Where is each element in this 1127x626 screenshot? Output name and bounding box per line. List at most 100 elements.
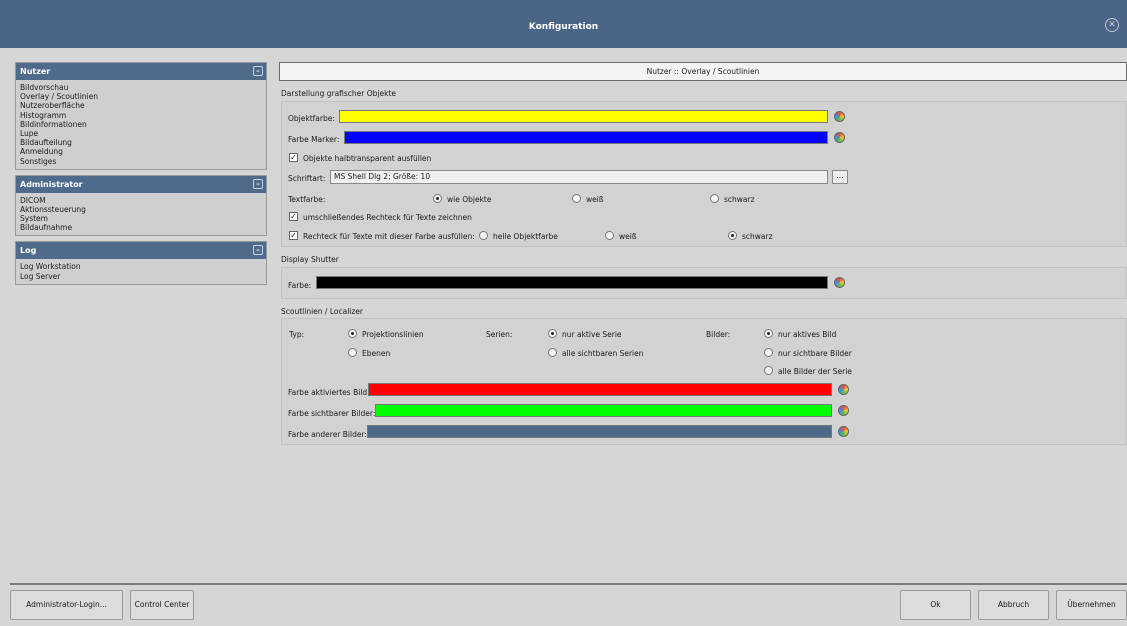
collapse-icon[interactable]: – <box>253 66 263 76</box>
sidebar-section-nutzer: Nutzer – Bildvorschau Overlay / Scoutlin… <box>15 62 267 170</box>
section-title: Nutzer <box>20 67 51 76</box>
marker-color-label: Farbe Marker: <box>288 135 340 144</box>
fill-option-light: helle Objektfarbe <box>493 232 558 241</box>
enclosing-rect-checkbox[interactable]: ✓ <box>289 212 298 221</box>
textcolor-option-black: schwarz <box>724 195 755 204</box>
visible-color-label: Farbe sichtbarer Bilder: <box>288 409 376 418</box>
textcolor-radio-black[interactable] <box>710 194 719 203</box>
group-title-graphics: Darstellung grafischer Objekte <box>281 89 397 98</box>
section-title: Administrator <box>20 179 83 189</box>
shutter-panel: Farbe: <box>281 267 1127 299</box>
font-field[interactable]: MS Shell Dlg 2; Größe: 10 <box>330 170 828 184</box>
images-radio-active[interactable] <box>764 329 773 338</box>
images-option-visible: nur sichtbare Bilder <box>778 349 852 358</box>
textcolor-label: Textfarbe: <box>288 195 326 204</box>
control-center-button[interactable]: Control Center <box>130 590 194 620</box>
sidebar-item-aktionssteuerung[interactable]: Aktionssteuerung <box>20 205 262 214</box>
scout-series-label: Serien: <box>486 330 513 339</box>
textcolor-radio-objects[interactable] <box>433 194 442 203</box>
object-color-swatch[interactable] <box>339 110 828 123</box>
active-color-label: Farbe aktiviertes Bild: <box>288 388 370 397</box>
marker-color-swatch[interactable] <box>344 131 828 144</box>
type-radio-projection[interactable] <box>348 329 357 338</box>
apply-button[interactable]: Übernehmen <box>1056 590 1127 620</box>
fill-rect-label: Rechteck für Texte mit dieser Farbe ausf… <box>303 232 475 241</box>
sidebar-item-anmeldung[interactable]: Anmeldung <box>20 147 262 156</box>
images-radio-all[interactable] <box>764 366 773 375</box>
sidebar-item-lupe[interactable]: Lupe <box>20 129 262 138</box>
ok-button[interactable]: Ok <box>900 590 971 620</box>
sidebar-section-administrator: Administrator – DICOM Aktionssteuerung S… <box>15 174 267 237</box>
fill-option-white: weiß <box>619 232 637 241</box>
window-title: Konfiguration <box>528 22 599 32</box>
sidebar-item-system[interactable]: System <box>20 214 262 223</box>
textcolor-option-white: weiß <box>586 195 604 204</box>
collapse-icon[interactable]: – <box>253 245 263 256</box>
fill-rect-checkbox[interactable]: ✓ <box>289 231 298 240</box>
series-option-active: nur aktive Serie <box>562 330 622 339</box>
images-option-all: alle Bilder der Serie <box>778 367 852 376</box>
shutter-color-swatch[interactable] <box>316 276 828 289</box>
breadcrumb: Nutzer :: Overlay / Scoutlinien <box>279 62 1127 81</box>
cancel-button[interactable]: Abbruch <box>978 590 1049 620</box>
sidebar-item-log-workstation[interactable]: Log Workstation <box>20 262 262 271</box>
footer-divider <box>10 583 1127 585</box>
color-picker-icon[interactable] <box>838 384 849 395</box>
series-radio-active[interactable] <box>548 329 557 338</box>
section-header[interactable]: Log – <box>16 242 266 260</box>
sidebar-item-dicom[interactable]: DICOM <box>20 196 262 205</box>
other-color-label: Farbe anderer Bilder: <box>288 430 367 439</box>
sidebar-item-histogramm[interactable]: Histogramm <box>20 111 262 120</box>
images-option-active: nur aktives Bild <box>778 330 837 339</box>
group-title-scout: Scoutlinien / Localizer <box>281 307 363 316</box>
fill-radio-white[interactable] <box>605 231 614 240</box>
sidebar: Nutzer – Bildvorschau Overlay / Scoutlin… <box>15 62 267 290</box>
color-picker-icon[interactable] <box>834 277 845 288</box>
textcolor-radio-white[interactable] <box>572 194 581 203</box>
fill-option-black: schwarz <box>742 232 773 241</box>
active-color-swatch[interactable] <box>368 383 832 396</box>
enclosing-rect-label: umschließendes Rechteck für Texte zeichn… <box>303 213 472 222</box>
scout-type-label: Typ: <box>289 330 305 339</box>
sidebar-item-nutzeroberflaeche[interactable]: Nutzeroberfläche <box>20 101 262 110</box>
close-icon[interactable]: ✕ <box>1105 18 1119 32</box>
fill-radio-light[interactable] <box>479 231 488 240</box>
sidebar-item-bildaufteilung[interactable]: Bildaufteilung <box>20 138 262 147</box>
section-header[interactable]: Nutzer – <box>16 63 266 80</box>
title-bar: Konfiguration ✕ <box>0 0 1127 48</box>
type-radio-planes[interactable] <box>348 348 357 357</box>
fill-semitransparent-label: Objekte halbtransparent ausfüllen <box>303 154 432 163</box>
sidebar-item-sonstiges[interactable]: Sonstiges <box>20 157 262 166</box>
sidebar-item-bildvorschau[interactable]: Bildvorschau <box>20 83 262 92</box>
type-option-planes: Ebenen <box>362 349 391 358</box>
sidebar-item-log-server[interactable]: Log Server <box>20 272 262 281</box>
sidebar-item-bildinformationen[interactable]: Bildinformationen <box>20 120 262 129</box>
images-radio-visible[interactable] <box>764 348 773 357</box>
textcolor-option-objects: wie Objekte <box>447 195 492 204</box>
shutter-color-label: Farbe: <box>288 281 312 290</box>
fill-semitransparent-checkbox[interactable]: ✓ <box>289 153 298 162</box>
sidebar-item-bildaufnahme[interactable]: Bildaufnahme <box>20 223 262 232</box>
scout-panel: Typ: Projektionslinien Ebenen Serien: nu… <box>281 318 1127 445</box>
color-picker-icon[interactable] <box>834 111 845 122</box>
object-color-label: Objektfarbe: <box>288 114 335 123</box>
type-option-projection: Projektionslinien <box>362 330 424 339</box>
color-picker-icon[interactable] <box>838 405 849 416</box>
color-picker-icon[interactable] <box>838 426 849 437</box>
section-header[interactable]: Administrator – <box>16 175 266 193</box>
graphics-panel: Objektfarbe: Farbe Marker: ✓ Objekte hal… <box>281 101 1127 247</box>
sidebar-item-overlay[interactable]: Overlay / Scoutlinien <box>20 92 262 101</box>
series-radio-visible[interactable] <box>548 348 557 357</box>
visible-color-swatch[interactable] <box>375 404 832 417</box>
other-color-swatch[interactable] <box>367 425 832 438</box>
collapse-icon[interactable]: – <box>253 178 263 189</box>
font-label: Schriftart: <box>288 174 326 183</box>
section-title: Log <box>20 246 37 256</box>
fill-radio-black[interactable] <box>728 231 737 240</box>
group-title-shutter: Display Shutter <box>281 255 339 264</box>
font-browse-button[interactable]: ... <box>832 170 848 184</box>
series-option-visible: alle sichtbaren Serien <box>562 349 644 358</box>
scout-images-label: Bilder: <box>706 330 731 339</box>
color-picker-icon[interactable] <box>834 132 845 143</box>
admin-login-button[interactable]: Administrator-Login... <box>10 590 123 620</box>
